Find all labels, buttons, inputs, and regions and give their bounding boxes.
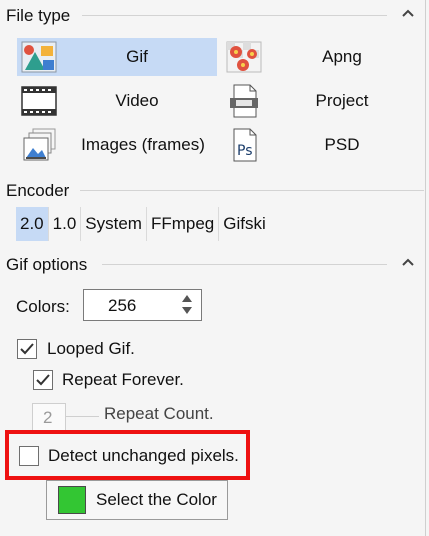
file-type-project[interactable]: Project [222, 82, 422, 120]
looped-gif-label: Looped Gif. [47, 339, 135, 358]
encoder-option-system[interactable]: System [81, 207, 147, 241]
repeat-count-connector [65, 416, 99, 417]
repeat-count-value: 2 [43, 408, 53, 427]
increase-arrow-icon[interactable] [181, 293, 193, 303]
checkmark-icon [36, 374, 50, 386]
file-type-header: File type [0, 0, 425, 30]
select-color-label: Select the Color [96, 490, 217, 509]
repeat-count-label: Repeat Count. [104, 404, 214, 423]
encoder-option-2-0[interactable]: 2.0 [16, 207, 49, 241]
colors-input[interactable]: 256 [83, 289, 202, 321]
file-type-project-label: Project [315, 91, 369, 110]
chevron-up-icon[interactable] [401, 6, 415, 20]
panel-right-border [425, 0, 426, 536]
repeat-count-input[interactable]: 2 [32, 403, 66, 431]
file-type-divider [82, 15, 387, 16]
file-type-apng[interactable]: Apng [222, 38, 422, 76]
project-file-icon [230, 84, 258, 118]
file-type-psd-label: PSD [324, 135, 360, 154]
encoder-header: Encoder [0, 175, 425, 205]
colors-value: 256 [108, 296, 137, 315]
psd-file-icon: Ps [233, 128, 257, 162]
encoder-option-gifski[interactable]: Gifski [219, 207, 270, 241]
encoder-option-ffmpeg[interactable]: FFmpeg [147, 207, 220, 241]
image-frames-icon [23, 128, 56, 161]
select-color-button[interactable]: Select the Color [46, 480, 228, 520]
gif-image-icon [21, 41, 57, 73]
file-type-gif[interactable]: Gif [17, 38, 217, 76]
encoder-selector: 2.0 1.0 System FFmpeg Gifski [16, 207, 270, 241]
encoder-title: Encoder [6, 181, 70, 200]
gif-options-header: Gif options [0, 249, 425, 279]
highlight-box [5, 430, 250, 480]
checkmark-icon [20, 343, 34, 355]
file-type-apng-label: Apng [322, 47, 362, 66]
film-strip-icon [21, 86, 57, 116]
repeat-forever-checkbox[interactable] [33, 370, 53, 390]
file-type-video[interactable]: Video [17, 82, 217, 120]
file-type-gif-label: Gif [126, 47, 148, 66]
encoder-option-1-0[interactable]: 1.0 [49, 207, 82, 241]
file-type-psd[interactable]: Ps PSD [222, 126, 422, 164]
file-type-images-frames-label: Images (frames) [81, 135, 205, 154]
gif-options-title: Gif options [6, 255, 88, 274]
colors-label: Colors: [16, 297, 70, 316]
file-type-video-label: Video [115, 91, 159, 110]
looped-gif-checkbox[interactable] [17, 339, 37, 359]
color-swatch [58, 486, 86, 514]
encoder-divider [80, 190, 424, 191]
file-type-images-frames[interactable]: Images (frames) [17, 126, 217, 164]
apng-flowers-icon [226, 41, 262, 73]
repeat-forever-label: Repeat Forever. [62, 370, 184, 389]
gif-options-divider [102, 264, 387, 265]
decrease-arrow-icon[interactable] [181, 306, 193, 316]
chevron-up-icon[interactable] [401, 255, 415, 269]
file-type-title: File type [6, 6, 71, 25]
svg-text:Ps: Ps [237, 143, 253, 159]
